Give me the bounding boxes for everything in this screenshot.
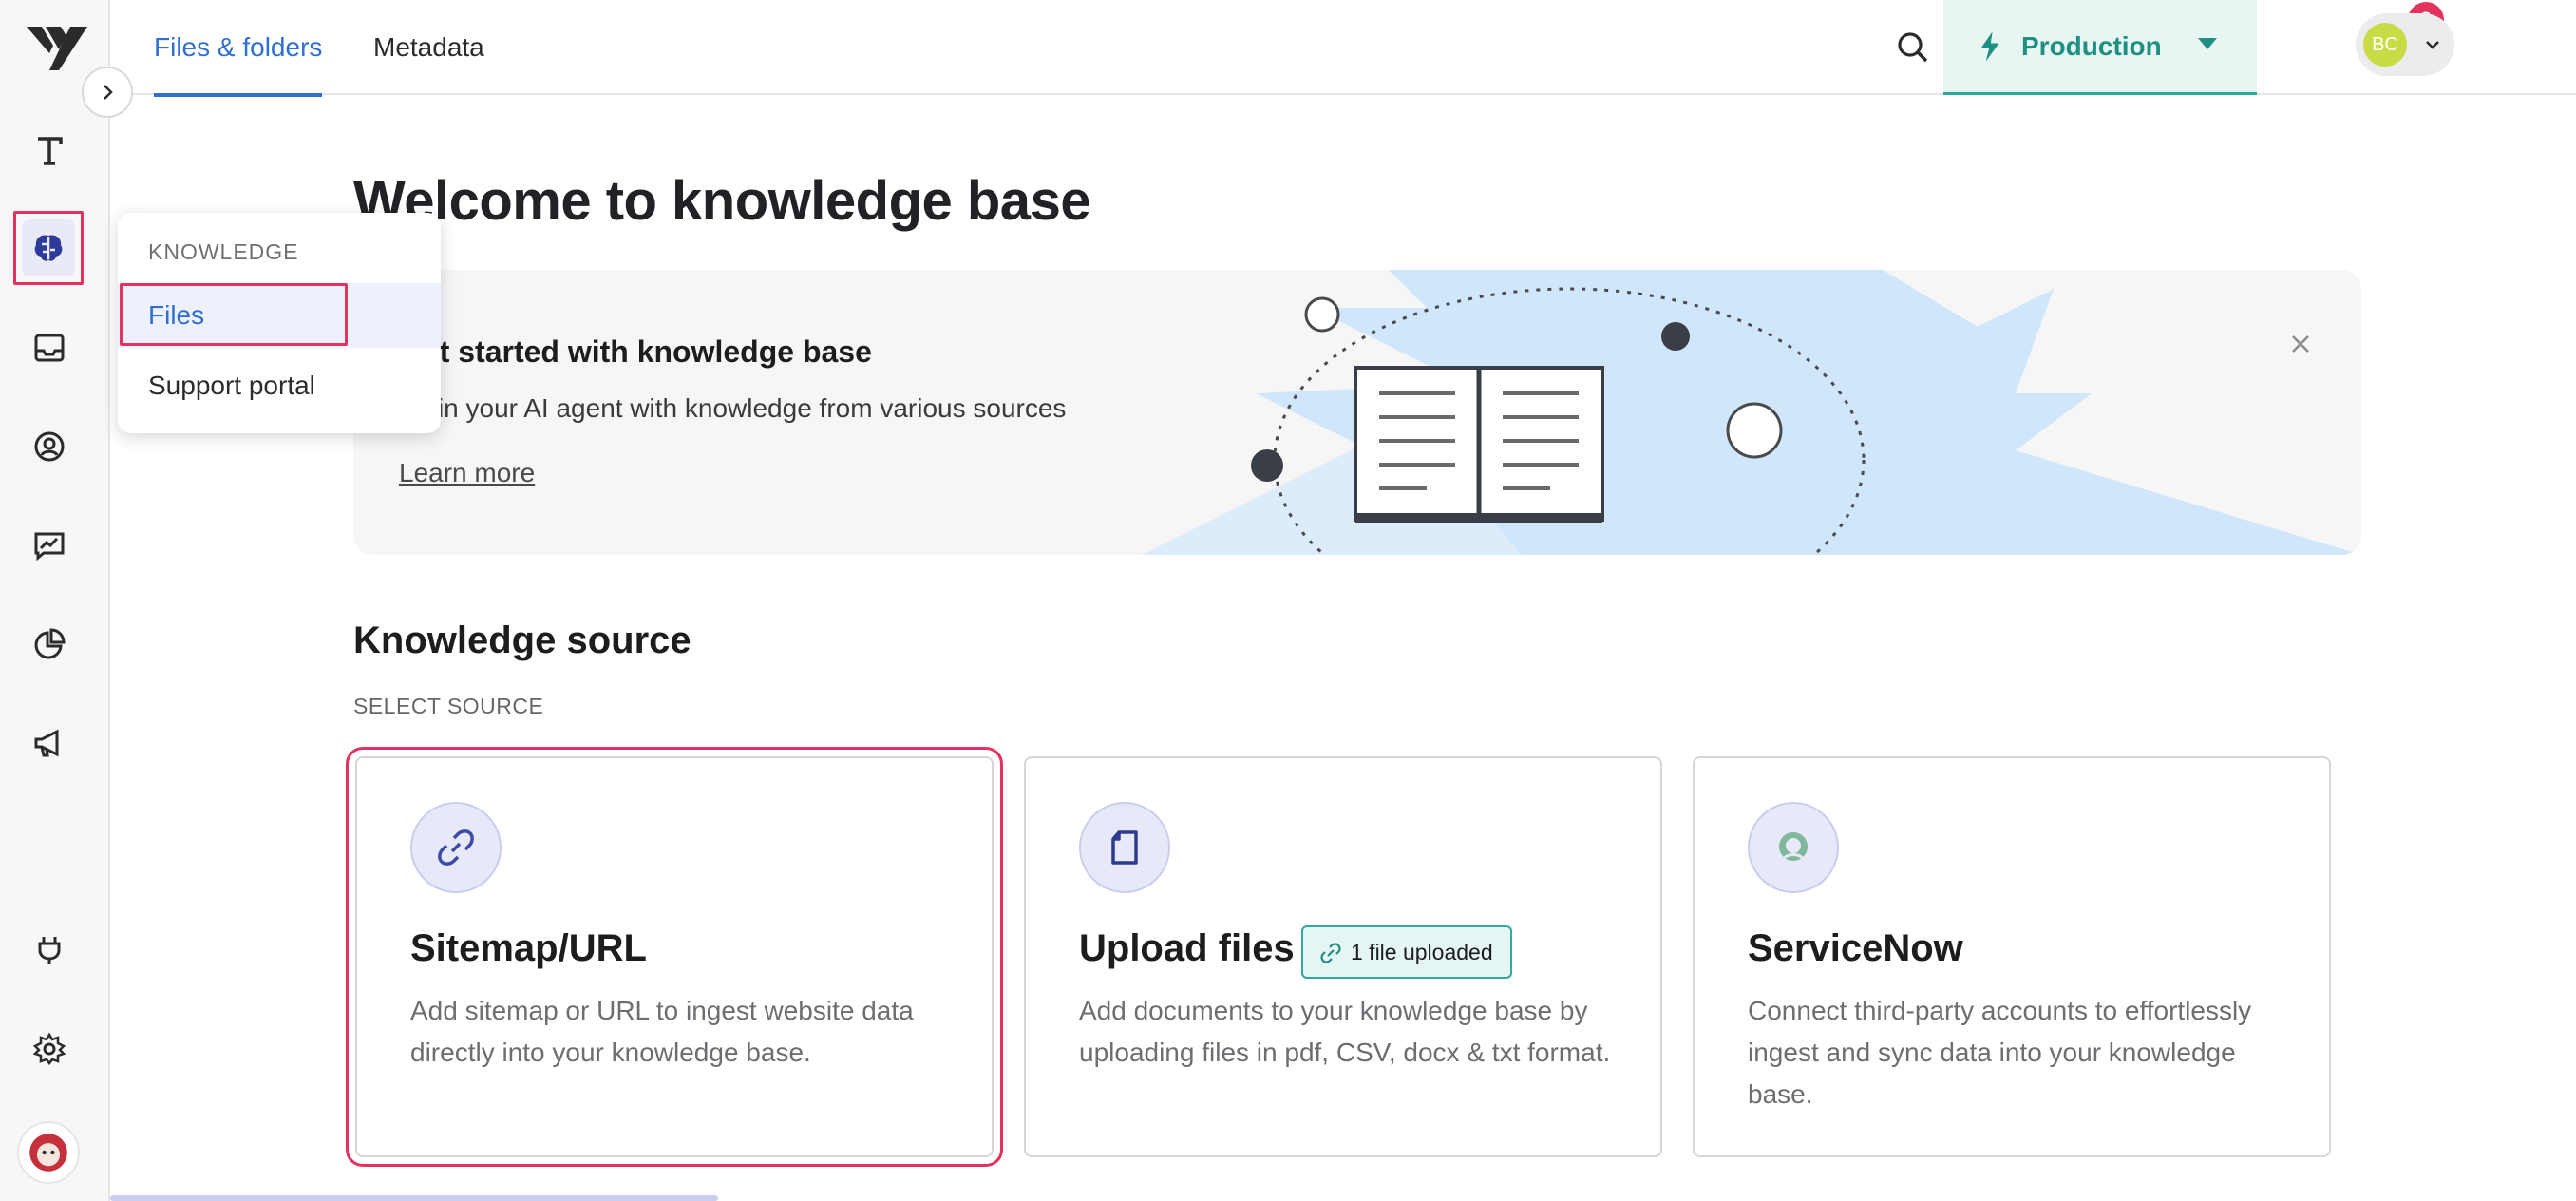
chevron-down-icon — [2198, 38, 2217, 49]
upload-files-card[interactable]: Upload files 1 file uploaded Add documen… — [1024, 756, 1662, 1157]
card-title: ServiceNow — [1748, 927, 1963, 969]
files-uploaded-chip: 1 file uploaded — [1301, 925, 1512, 979]
card-description: Add sitemap or URL to ingest website dat… — [410, 996, 914, 1067]
knowledge-source-title: Knowledge source — [353, 620, 691, 661]
top-bar: Files & folders Metadata Production — [110, 0, 2576, 97]
menu-item-support-portal[interactable]: Support portal — [148, 371, 315, 401]
servicenow-card[interactable]: ServiceNow Connect third-party accounts … — [1693, 756, 2331, 1157]
expand-sidebar-button[interactable] — [82, 67, 133, 118]
inbox-icon[interactable] — [21, 319, 78, 376]
banner-heading: Get started with knowledge base — [399, 334, 872, 369]
chevron-down-icon — [2426, 41, 2439, 49]
scroll-indicator — [110, 1195, 718, 1201]
analytics-chat-icon[interactable] — [21, 517, 78, 574]
book-illustration-icon — [1142, 270, 2361, 555]
app-logo-icon[interactable] — [21, 17, 89, 74]
search-icon[interactable] — [1886, 21, 1940, 74]
user-circle-icon[interactable] — [21, 418, 78, 475]
workspace-avatar[interactable] — [17, 1121, 80, 1184]
text-builder-icon[interactable] — [21, 122, 78, 179]
servicenow-icon — [1748, 802, 1839, 893]
card-title: Upload files — [1079, 927, 1295, 969]
pie-chart-icon[interactable] — [21, 616, 78, 673]
page-title: Welcome to knowledge base — [353, 170, 1091, 232]
left-rail — [0, 0, 110, 1201]
knowledge-brain-icon[interactable] — [13, 211, 84, 285]
tab-files-folders[interactable]: Files & folders — [154, 0, 323, 97]
select-source-label: SELECT SOURCE — [353, 694, 544, 718]
link-icon — [410, 802, 502, 893]
sitemap-url-card[interactable]: Sitemap/URL Add sitemap or URL to ingest… — [355, 756, 994, 1157]
mascot-icon — [29, 1134, 67, 1172]
user-menu[interactable]: BC — [2356, 13, 2454, 76]
environment-label: Production — [2021, 30, 2162, 61]
card-description: Add documents to your knowledge base by … — [1079, 996, 1611, 1067]
settings-gear-icon[interactable] — [21, 1020, 78, 1077]
close-icon[interactable] — [2283, 327, 2318, 361]
card-description: Connect third-party accounts to effortle… — [1748, 996, 2252, 1109]
card-title: Sitemap/URL — [410, 927, 647, 969]
menu-item-files[interactable]: Files — [118, 283, 441, 348]
document-icon — [1079, 802, 1170, 893]
chip-label: 1 file uploaded — [1351, 939, 1493, 964]
link-icon — [1320, 943, 1341, 963]
tab-metadata[interactable]: Metadata — [373, 0, 484, 95]
banner-text: Train your AI agent with knowledge from … — [399, 393, 1067, 423]
megaphone-icon[interactable] — [21, 715, 78, 772]
environment-selector[interactable]: Production — [1943, 0, 2257, 95]
user-avatar: BC — [2363, 23, 2407, 67]
lightning-icon — [1980, 30, 1999, 62]
get-started-banner: Get started with knowledge base Train yo… — [353, 270, 2361, 555]
menu-item-label: Files — [148, 300, 205, 330]
plug-icon[interactable] — [21, 922, 78, 979]
learn-more-link[interactable]: Learn more — [399, 458, 535, 488]
knowledge-menu: KNOWLEDGE Files Support portal — [118, 213, 441, 433]
chevron-right-icon — [104, 85, 113, 100]
menu-heading: KNOWLEDGE — [148, 239, 299, 264]
